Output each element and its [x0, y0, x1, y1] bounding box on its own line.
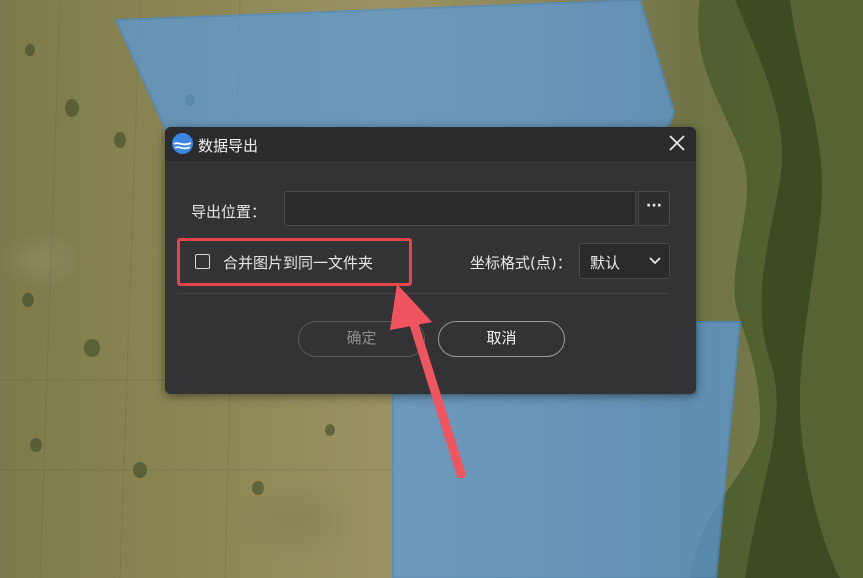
dialog-title: 数据导出 — [198, 137, 259, 155]
coord-format-value: 默认 — [590, 254, 621, 272]
merge-images-label[interactable]: 合并图片到同一文件夹 — [223, 252, 373, 273]
export-location-input[interactable] — [284, 191, 636, 226]
chevron-down-icon — [649, 257, 661, 265]
coord-format-label: 坐标格式(点)： — [470, 254, 572, 272]
dialog-titlebar[interactable]: 数据导出 — [165, 127, 696, 161]
app-logo-icon — [172, 133, 193, 154]
merge-images-checkbox[interactable] — [195, 254, 210, 269]
export-dialog: 数据导出 导出位置： ··· 合并图片到同一文件夹 坐标格式(点)： 默认 确定… — [165, 127, 696, 394]
coord-format-select[interactable]: 默认 — [579, 243, 670, 279]
browse-button[interactable]: ··· — [638, 191, 670, 226]
dialog-divider — [177, 293, 670, 294]
cancel-button[interactable]: 取消 — [438, 321, 565, 357]
ok-button[interactable]: 确定 — [298, 321, 425, 357]
close-icon[interactable] — [666, 132, 688, 154]
export-location-label: 导出位置： — [191, 203, 267, 221]
